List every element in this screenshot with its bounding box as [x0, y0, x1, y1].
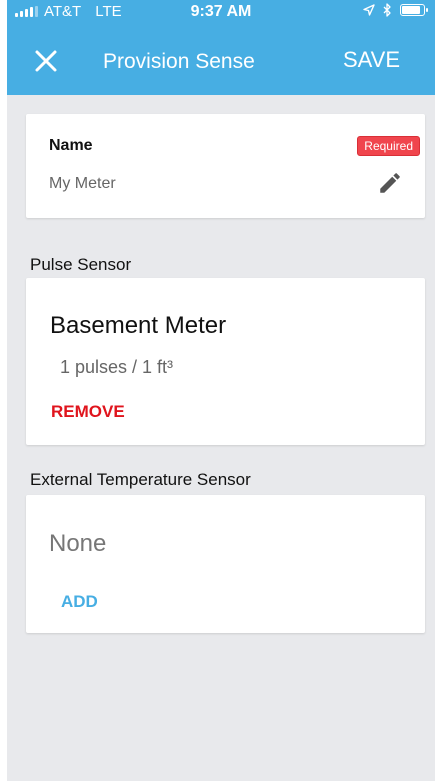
status-right: [363, 3, 428, 17]
app-header: AT&T LTE 9:37 AM Provision Sense SAVE: [7, 0, 435, 95]
battery-icon: [400, 4, 428, 16]
save-button[interactable]: SAVE: [343, 47, 400, 73]
sensor-name: Basement Meter: [50, 312, 227, 339]
required-badge: Required: [357, 136, 420, 156]
close-button[interactable]: [33, 48, 59, 74]
sensor-rate: 1 pulses / 1 ft³: [60, 357, 174, 377]
bluetooth-icon: [383, 3, 391, 17]
pencil-icon: [380, 173, 400, 193]
status-bar: AT&T LTE 9:37 AM: [7, 0, 435, 22]
app-screen: AT&T LTE 9:37 AM Provision Sense SAVE Na…: [7, 0, 435, 781]
temperature-sensor-value: None: [49, 530, 107, 557]
edit-name-button[interactable]: [377, 170, 403, 196]
name-card: Name Required My Meter: [26, 114, 425, 218]
temperature-sensor-card: None ADD: [26, 495, 425, 633]
name-label: Name: [49, 137, 93, 154]
pulse-sensor-card: Basement Meter 1 pulses / 1 ft³ REMOVE: [26, 278, 425, 445]
close-icon: [35, 50, 57, 72]
add-button[interactable]: ADD: [61, 592, 98, 612]
temperature-sensor-heading: External Temperature Sensor: [30, 470, 251, 489]
remove-button[interactable]: REMOVE: [51, 402, 125, 422]
location-arrow-icon: [363, 4, 375, 16]
name-value: My Meter: [49, 175, 116, 192]
pulse-sensor-heading: Pulse Sensor: [30, 255, 132, 274]
page-title: Provision Sense: [103, 50, 255, 73]
